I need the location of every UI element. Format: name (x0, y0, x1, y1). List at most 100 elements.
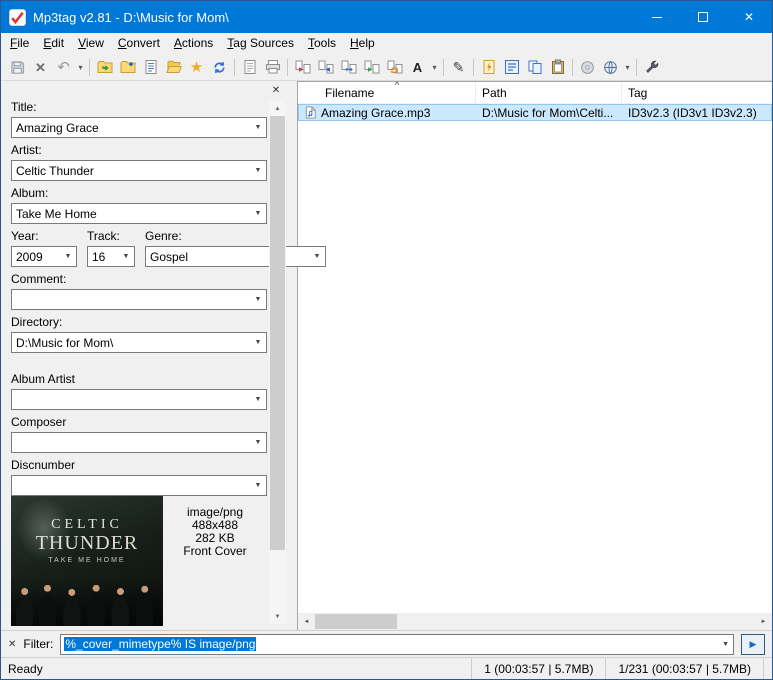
track-combobox[interactable]: ▼ (87, 246, 135, 267)
menu-edit[interactable]: Edit (36, 33, 71, 54)
discnumber-combobox[interactable]: ▼ (11, 475, 267, 496)
track-input[interactable] (88, 247, 118, 266)
filter-close-button[interactable]: ✕ (8, 639, 16, 650)
freedb-button[interactable] (576, 56, 599, 78)
composer-combobox[interactable]: ▼ (11, 432, 267, 453)
scroll-down-icon[interactable]: ▼ (269, 609, 286, 624)
filter-input[interactable]: %_cover_mimetype% IS image/png ▼ (60, 633, 734, 655)
maximize-button[interactable] (680, 1, 726, 33)
case-conversion-menu-button[interactable]: ▾ (429, 56, 440, 78)
artist-combobox[interactable]: ▼ (11, 160, 267, 181)
album-artist-combobox[interactable]: ▼ (11, 389, 267, 410)
menu-convert[interactable]: Convert (111, 33, 167, 54)
convert-filename-tag-button[interactable] (314, 56, 337, 78)
column-header-path[interactable]: Path (476, 82, 622, 103)
status-total-files: 1/231 (00:03:57 | 5.7MB) (605, 658, 763, 679)
file-list-header: ^ Filename Path Tag (298, 80, 772, 104)
refresh-button[interactable] (208, 56, 231, 78)
album-combobox[interactable]: ▼ (11, 203, 267, 224)
quick-actions-button[interactable] (477, 56, 500, 78)
year-input[interactable] (12, 247, 60, 266)
favorite-directories-button[interactable]: ★ (185, 56, 208, 78)
chevron-down-icon[interactable]: ▼ (250, 161, 266, 180)
add-directory-button[interactable] (116, 56, 139, 78)
composer-input[interactable] (12, 433, 250, 452)
open-folder-icon (165, 60, 182, 73)
scrollbar-track[interactable] (269, 116, 286, 609)
directory-input[interactable] (12, 333, 250, 352)
options-button[interactable] (640, 56, 663, 78)
remove-tag-button[interactable]: ✕ (29, 56, 52, 78)
convert-tag-filename-button[interactable] (291, 56, 314, 78)
convert-tag-tag-button[interactable] (383, 56, 406, 78)
column-header-tag[interactable]: Tag (622, 82, 772, 103)
comment-input[interactable] (12, 290, 250, 309)
copy-tag-button[interactable] (523, 56, 546, 78)
chevron-down-icon[interactable]: ▼ (118, 247, 134, 266)
album-artist-input[interactable] (12, 390, 250, 409)
chevron-down-icon[interactable]: ▼ (250, 290, 266, 309)
close-button[interactable]: ✕ (726, 1, 772, 33)
menu-tools[interactable]: Tools (301, 33, 343, 54)
dropdown-icon: ▾ (432, 62, 437, 72)
tag-panel-close-button[interactable]: ✕ (269, 84, 283, 97)
discnumber-input[interactable] (12, 476, 250, 495)
web-sources-menu-button[interactable]: ▾ (622, 56, 633, 78)
title-combobox[interactable]: ▼ (11, 117, 267, 138)
album-cover-art[interactable]: CELTIC THUNDER TAKE ME HOME (11, 496, 163, 626)
change-directory-button[interactable] (93, 56, 116, 78)
tag-panel-scrollbar[interactable]: ▲ ▼ (269, 101, 286, 624)
menu-help[interactable]: Help (343, 33, 382, 54)
case-conversion-button[interactable]: A (406, 56, 429, 78)
artist-input[interactable] (12, 161, 250, 180)
horizontal-scrollbar[interactable]: ◄ ► (298, 613, 772, 630)
chevron-down-icon[interactable]: ▼ (250, 333, 266, 352)
chevron-down-icon[interactable]: ▼ (250, 433, 266, 452)
extended-tags-button[interactable] (500, 56, 523, 78)
menu-tag-sources[interactable]: Tag Sources (220, 33, 301, 54)
table-row[interactable]: Amazing Grace.mp3 D:\Music for Mom\Celti… (298, 104, 772, 121)
scroll-up-icon[interactable]: ▲ (269, 101, 286, 116)
actions-button[interactable]: ✎ (447, 56, 470, 78)
convert-filename-filename-button[interactable] (337, 56, 360, 78)
menu-file[interactable]: File (3, 33, 36, 54)
edit-playlist-button[interactable] (139, 56, 162, 78)
scroll-right-icon[interactable]: ► (755, 613, 772, 630)
minimize-button[interactable] (634, 1, 680, 33)
chevron-down-icon[interactable]: ▼ (250, 204, 266, 223)
copy-tag-icon (528, 60, 541, 74)
genre-combobox[interactable]: ▼ (145, 246, 326, 267)
paste-tag-button[interactable] (546, 56, 569, 78)
scrollbar-thumb[interactable] (315, 614, 397, 629)
track-label: Track: (87, 229, 120, 243)
open-folder-button[interactable] (162, 56, 185, 78)
web-sources-button[interactable] (599, 56, 622, 78)
directory-combobox[interactable]: ▼ (11, 332, 267, 353)
menu-view[interactable]: View (71, 33, 111, 54)
print-button[interactable] (261, 56, 284, 78)
apply-filter-button[interactable]: ▶ (741, 633, 765, 655)
undo-menu-button[interactable]: ▾ (75, 56, 86, 78)
scrollbar-thumb[interactable] (270, 116, 285, 550)
chevron-down-icon[interactable]: ▼ (309, 247, 325, 266)
year-combobox[interactable]: ▼ (11, 246, 77, 267)
comment-combobox[interactable]: ▼ (11, 289, 267, 310)
playlist-file-button[interactable] (238, 56, 261, 78)
menu-actions[interactable]: Actions (167, 33, 220, 54)
chevron-down-icon[interactable]: ▼ (60, 247, 76, 266)
title-input[interactable] (12, 118, 250, 137)
chevron-down-icon[interactable]: ▼ (722, 635, 729, 654)
undo-button[interactable]: ↶ (52, 56, 75, 78)
case-conversion-icon: A (412, 59, 423, 75)
field-genre: Genre: ▼ (145, 224, 326, 267)
cover-artist-text-2: THUNDER (35, 532, 139, 554)
chevron-down-icon[interactable]: ▼ (250, 476, 266, 495)
scroll-left-icon[interactable]: ◄ (298, 613, 315, 630)
chevron-down-icon[interactable]: ▼ (250, 118, 266, 137)
column-header-filename[interactable]: Filename (298, 82, 476, 103)
album-input[interactable] (12, 204, 250, 223)
chevron-down-icon[interactable]: ▼ (250, 390, 266, 409)
save-tag-button[interactable] (6, 56, 29, 78)
convert-textfile-tag-button[interactable] (360, 56, 383, 78)
file-list-empty-area[interactable] (298, 121, 772, 613)
